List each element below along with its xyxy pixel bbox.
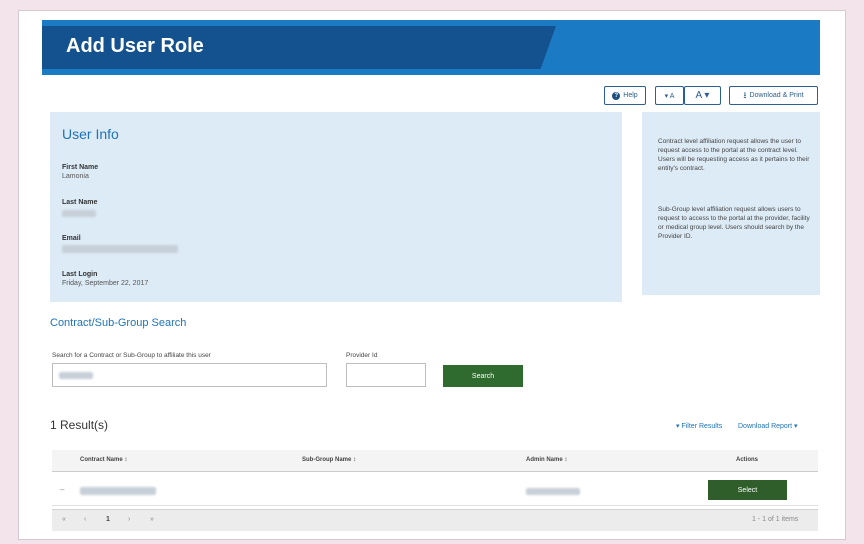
first-name-value: Lamonia <box>62 173 89 180</box>
download-print-label: Download & Print <box>749 92 804 99</box>
current-page[interactable]: 1 <box>106 516 110 523</box>
email-label: Email <box>62 235 81 242</box>
search-section-title: Contract/Sub-Group Search <box>50 317 187 329</box>
provider-id-input[interactable] <box>346 363 426 387</box>
contract-affiliation-text: Contract level affiliation request allow… <box>658 138 810 172</box>
table-header <box>52 450 818 472</box>
row-expand-toggle[interactable]: – <box>60 485 64 494</box>
select-button[interactable]: Select <box>708 480 787 500</box>
last-login-label: Last Login <box>62 271 98 278</box>
results-count: 1 Result(s) <box>50 418 109 432</box>
column-header-contract-name[interactable]: Contract Name ↕ <box>80 457 127 463</box>
font-increase-label: A ▾ <box>695 90 710 101</box>
first-page-button[interactable]: « <box>62 516 66 523</box>
font-decrease-button[interactable]: ▾ A <box>655 86 684 105</box>
email-value-redacted <box>62 245 178 253</box>
table-row <box>52 475 818 506</box>
search-button[interactable]: Search <box>443 365 523 387</box>
page-title: Add User Role <box>66 35 204 57</box>
pagination-bar <box>52 509 818 531</box>
last-login-value: Friday, September 22, 2017 <box>62 280 149 287</box>
next-page-button[interactable]: › <box>128 516 130 523</box>
chevron-down-icon: ▾ <box>794 423 798 430</box>
column-header-subgroup-name[interactable]: Sub-Group Name ↕ <box>302 457 356 463</box>
user-info-panel <box>50 112 622 302</box>
download-report-label: Download Report <box>738 423 793 430</box>
contract-search-input[interactable] <box>52 363 327 387</box>
font-increase-button[interactable]: A ▾ <box>684 86 721 105</box>
last-name-label: Last Name <box>62 199 98 206</box>
download-report-link[interactable]: Download Report ▾ <box>738 422 798 430</box>
last-name-value-redacted <box>62 210 96 217</box>
user-info-title: User Info <box>62 126 119 142</box>
filter-icon: ▾ <box>676 423 680 430</box>
contract-name-value-redacted <box>80 487 156 495</box>
font-decrease-label: ▾ A <box>664 92 675 100</box>
column-header-actions: Actions <box>736 457 759 463</box>
subgroup-affiliation-text: Sub-Group level affiliation request allo… <box>658 206 810 240</box>
provider-id-label: Provider Id <box>346 352 378 359</box>
filter-results-label: Filter Results <box>681 423 723 430</box>
download-icon: ⭳ <box>743 89 747 100</box>
admin-name-value-redacted <box>526 488 580 495</box>
prev-page-button[interactable]: ‹ <box>84 516 86 523</box>
help-icon: ? <box>612 91 621 100</box>
last-page-button[interactable]: » <box>150 516 154 523</box>
help-label: Help <box>623 92 638 99</box>
download-print-button[interactable]: ⭳ Download & Print <box>729 86 818 105</box>
contract-search-value-redacted <box>59 372 93 379</box>
filter-results-link[interactable]: ▾ Filter Results <box>676 422 722 430</box>
pager-summary: 1 - 1 of 1 items <box>752 516 799 523</box>
help-button[interactable]: ? Help <box>604 86 646 105</box>
column-header-admin-name[interactable]: Admin Name ↕ <box>526 457 567 463</box>
contract-search-label: Search for a Contract or Sub-Group to af… <box>52 352 211 359</box>
first-name-label: First Name <box>62 164 99 171</box>
